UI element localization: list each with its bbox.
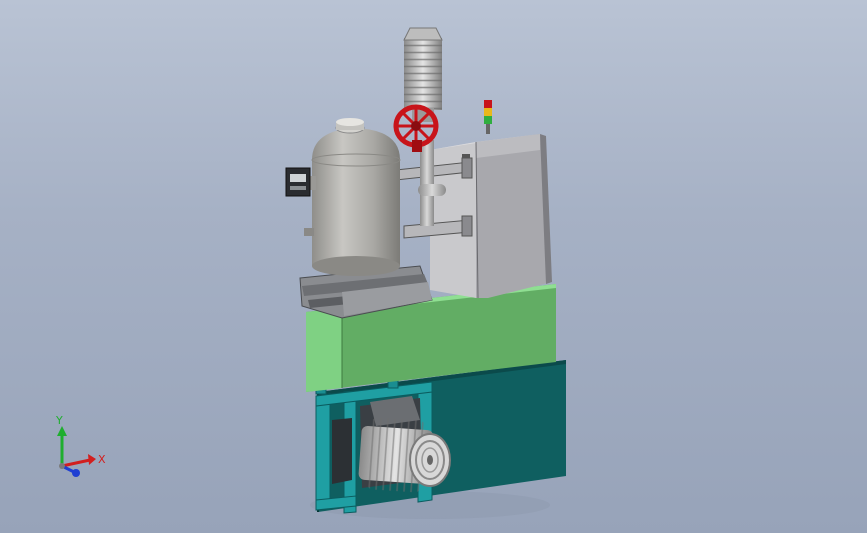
triad-origin <box>59 463 65 469</box>
x-axis-label: X <box>98 453 106 466</box>
pressure-tank <box>300 118 401 276</box>
machine-model <box>285 27 566 519</box>
control-box <box>430 134 552 299</box>
signal-tower <box>484 100 492 134</box>
x-axis-arrow <box>88 454 96 465</box>
x-axis-line <box>61 458 91 468</box>
cad-viewport[interactable]: Y X <box>0 0 867 533</box>
tank-display <box>285 167 311 197</box>
axis-triad <box>57 426 96 477</box>
y-axis-arrow <box>57 426 67 436</box>
y-axis-label: Y <box>56 414 63 427</box>
z-axis-dot <box>72 469 80 477</box>
